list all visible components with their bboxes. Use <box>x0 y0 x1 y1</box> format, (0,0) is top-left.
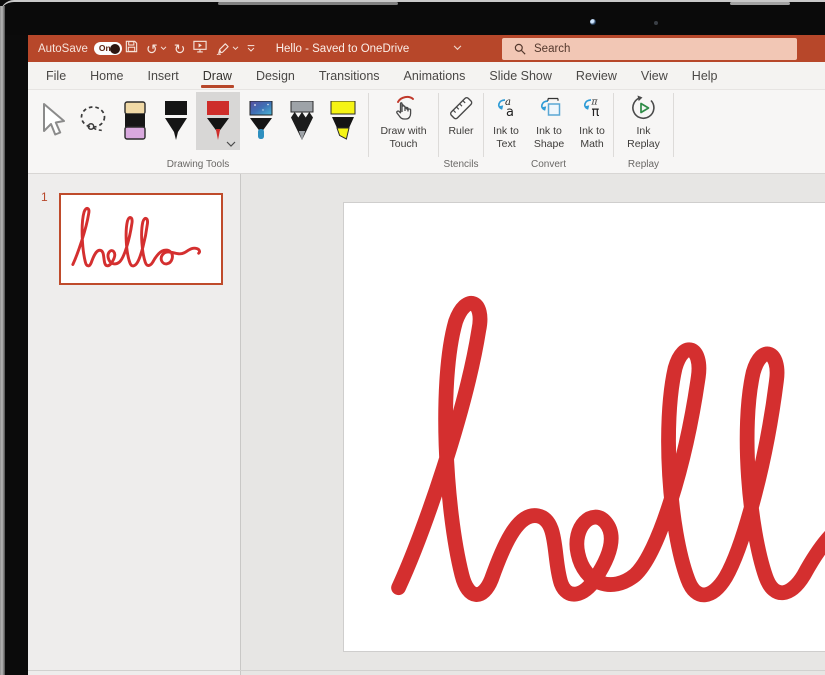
autosave-toggle-knob <box>110 44 120 54</box>
hello-ink-drawing <box>369 271 825 651</box>
group-label-replay: Replay <box>614 159 673 170</box>
pen-black-icon <box>163 101 189 141</box>
save-icon[interactable] <box>124 39 139 59</box>
group-drawing-tools: Drawing Tools <box>28 90 368 174</box>
tablet-edge-highlight <box>0 6 5 675</box>
highlighter-yellow-tool[interactable] <box>322 92 363 150</box>
redo-icon[interactable]: ↻ <box>174 42 186 56</box>
pen-red-icon <box>205 101 231 141</box>
eraser-icon <box>122 101 148 141</box>
draw-with-touch-button[interactable]: Draw with Touch <box>369 94 438 150</box>
statusbar-divider <box>28 670 825 671</box>
search-input[interactable] <box>534 43 754 55</box>
tab-view[interactable]: View <box>629 62 680 90</box>
ribbon-tab-bar: File Home Insert Draw Design Transitions… <box>28 62 825 90</box>
pen-options-chevron-icon[interactable] <box>226 141 236 147</box>
lasso-select-icon <box>78 105 110 137</box>
pen-black-tool[interactable] <box>155 92 196 150</box>
group-stencils: Ruler Stencils <box>439 90 483 174</box>
group-label-stencils: Stencils <box>439 159 483 170</box>
pen-galaxy-tool[interactable] <box>240 92 281 150</box>
slide-thumbnail-1[interactable] <box>59 193 223 285</box>
screenshot-stage: AutoSave On ↺ ↻ <box>0 0 825 675</box>
tab-animations[interactable]: Animations <box>392 62 478 90</box>
ink-to-text-button[interactable]: aa Ink to Text <box>485 94 527 150</box>
ink-to-math-button[interactable]: ππ Ink to Math <box>571 94 613 150</box>
ruler-icon <box>447 94 475 122</box>
select-cursor-tool[interactable] <box>32 92 73 150</box>
camera-sensor-icon <box>654 21 658 25</box>
group-label-convert: Convert <box>484 159 613 170</box>
autosave-toggle-state: On <box>99 43 111 53</box>
slide-number: 1 <box>41 190 48 204</box>
ink-to-shape-icon <box>536 94 562 122</box>
ribbon: Drawing Tools Draw with Touch <box>28 90 825 174</box>
start-presentation-icon[interactable] <box>192 39 208 59</box>
autosave-control[interactable]: AutoSave On <box>38 35 122 62</box>
tab-draw[interactable]: Draw <box>191 62 244 90</box>
slide-thumbnail-panel[interactable]: 1 <box>28 174 240 675</box>
pen-galaxy-icon <box>248 101 274 141</box>
pencil-tool[interactable] <box>281 92 322 150</box>
svg-text:π: π <box>592 105 600 120</box>
front-camera-icon <box>590 19 596 25</box>
ink-to-text-icon: aa <box>493 94 519 122</box>
title-bar: AutoSave On ↺ ↻ <box>28 35 825 62</box>
quick-access-toolbar: ↺ ↻ <box>124 35 256 62</box>
tab-file[interactable]: File <box>34 62 78 90</box>
ink-replay-button[interactable]: Ink Replay <box>614 94 673 150</box>
document-title-chevron-icon[interactable] <box>453 45 462 51</box>
ruler-button[interactable]: Ruler <box>439 94 483 138</box>
bezel-rim-notch <box>218 2 398 5</box>
tab-design[interactable]: Design <box>244 62 307 90</box>
tab-review[interactable]: Review <box>564 62 629 90</box>
drawing-tools-row <box>28 90 368 150</box>
eraser-tool[interactable] <box>114 92 155 150</box>
svg-text:a: a <box>506 105 514 120</box>
tab-slide-show[interactable]: Slide Show <box>477 62 564 90</box>
pencil-icon <box>289 101 315 141</box>
pen-red-tool-selected[interactable] <box>196 92 240 150</box>
inking-pen-icon[interactable] <box>215 41 239 56</box>
group-label-drawing-tools: Drawing Tools <box>28 159 368 170</box>
ribbon-separator <box>673 93 674 157</box>
tablet-bezel-top <box>0 0 825 35</box>
tab-transitions[interactable]: Transitions <box>307 62 392 90</box>
lasso-select-tool[interactable] <box>73 92 114 150</box>
search-box[interactable] <box>502 38 797 60</box>
powerpoint-window: AutoSave On ↺ ↻ <box>28 35 825 675</box>
draw-with-touch-icon <box>390 94 418 122</box>
search-icon <box>514 43 526 55</box>
group-convert: aa Ink to Text Ink to Shape ππ Ink to Ma… <box>484 90 613 174</box>
group-replay: Ink Replay Replay <box>614 90 673 174</box>
slide-canvas[interactable] <box>343 202 825 652</box>
workspace: 1 <box>28 174 825 675</box>
hello-ink-thumbnail <box>67 202 217 277</box>
select-cursor-icon <box>38 101 68 141</box>
document-title[interactable]: Hello - Saved to OneDrive <box>250 35 435 62</box>
tab-home[interactable]: Home <box>78 62 135 90</box>
ink-replay-icon <box>630 94 658 122</box>
autosave-label: AutoSave <box>38 43 88 55</box>
highlighter-icon <box>330 101 356 141</box>
ink-to-math-icon: ππ <box>579 94 605 122</box>
group-touch: Draw with Touch <box>369 90 438 174</box>
ink-to-shape-button[interactable]: Ink to Shape <box>528 94 570 150</box>
bezel-rim-notch <box>730 2 790 5</box>
undo-icon[interactable]: ↺ <box>146 42 167 56</box>
autosave-toggle[interactable]: On <box>94 42 122 55</box>
tab-insert[interactable]: Insert <box>136 62 191 90</box>
tab-help[interactable]: Help <box>680 62 730 90</box>
panel-divider[interactable] <box>240 174 241 675</box>
